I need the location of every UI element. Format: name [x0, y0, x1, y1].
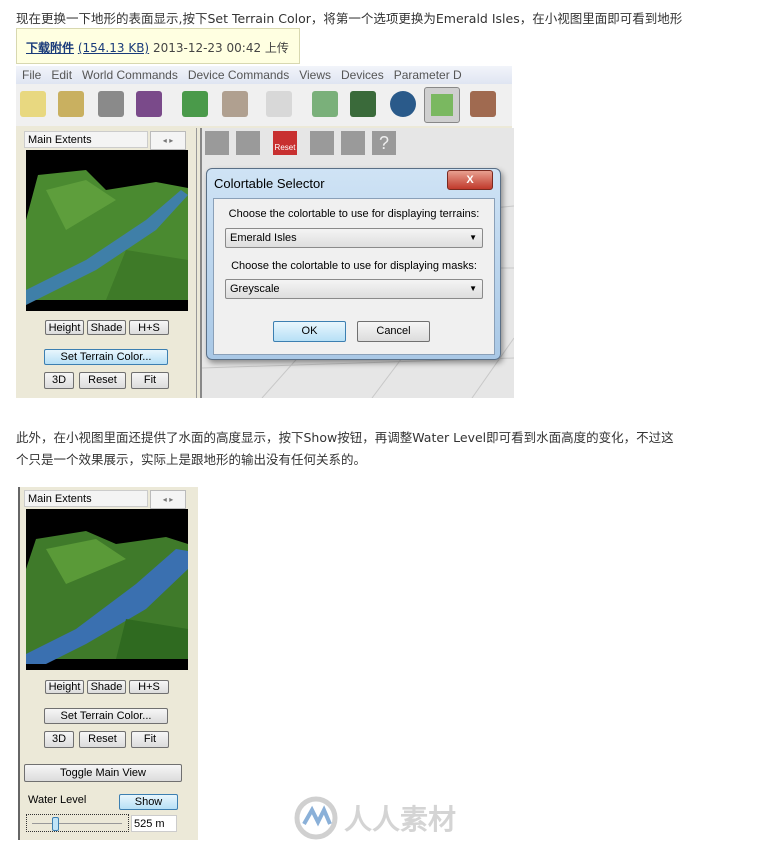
hs-button[interactable]: H+S	[129, 320, 169, 335]
view-tool-button[interactable]	[310, 131, 334, 155]
view-tool-button[interactable]	[341, 131, 365, 155]
menu-views[interactable]: Views	[299, 68, 331, 82]
reset-button[interactable]: Reset	[79, 731, 126, 748]
svg-text:人人素材: 人人素材	[344, 803, 456, 836]
terrain-preview-water	[26, 509, 188, 670]
fit-button[interactable]: Fit	[131, 372, 169, 389]
next-arrow-icon[interactable]: ▸	[169, 495, 173, 504]
hs-button[interactable]: H+S	[129, 680, 169, 694]
view-tool-button[interactable]	[205, 131, 229, 155]
upload-date: 2013-12-23 00:42	[152, 41, 262, 55]
water-level-label: Water Level	[28, 794, 87, 806]
fit-button[interactable]: Fit	[131, 731, 169, 748]
reset-button[interactable]: Reset	[79, 372, 126, 389]
mask-colortable-select[interactable]: Greyscale ▼	[225, 279, 483, 299]
slider-thumb[interactable]	[51, 817, 59, 831]
attachment-tooltip: 下载附件 (154.13 KB) 2013-12-23 00:42 上传	[16, 28, 300, 64]
globe-icon[interactable]	[390, 91, 416, 117]
slider-track	[32, 823, 122, 824]
terrain-graph-icon[interactable]	[182, 91, 208, 117]
menu-devices[interactable]: Devices	[341, 68, 384, 82]
set-terrain-color-button[interactable]: Set Terrain Color...	[44, 708, 168, 724]
menu-device-commands[interactable]: Device Commands	[188, 68, 289, 82]
terrain-colortable-label: Choose the colortable to use for display…	[228, 208, 480, 220]
terrain-colortable-select[interactable]: Emerald Isles ▼	[225, 228, 483, 248]
terrain-colortable-value: Emerald Isles	[230, 232, 297, 244]
paragraph-2: 此外，在小视图里面还提供了水面的高度显示，按下Show按钮，再调整Water L…	[16, 430, 674, 445]
toggle-main-view-button[interactable]: Toggle Main View	[24, 764, 182, 782]
3d-button[interactable]: 3D	[44, 372, 74, 389]
upload-suffix: 上传	[264, 41, 289, 55]
dialog-title: Colortable Selector	[214, 176, 325, 191]
next-arrow-icon[interactable]: ▸	[169, 136, 173, 145]
help-button[interactable]: ?	[372, 131, 396, 155]
extents-nav[interactable]: ◂ ▸	[150, 490, 186, 509]
terrain-preview	[26, 150, 188, 311]
ok-button[interactable]: OK	[273, 321, 346, 342]
dialog-body	[213, 198, 495, 355]
menu-edit[interactable]: Edit	[51, 68, 72, 82]
shade-button[interactable]: Shade	[87, 320, 126, 335]
map-grid-icon[interactable]	[350, 91, 376, 117]
prev-arrow-icon[interactable]: ◂	[163, 495, 167, 504]
terrain-view-icon[interactable]	[424, 87, 460, 123]
cancel-button[interactable]: Cancel	[357, 321, 430, 342]
paragraph-1: 现在更换一下地形的表面显示,按下Set Terrain Color，将第一个选项…	[16, 11, 683, 26]
menu-world-commands[interactable]: World Commands	[82, 68, 178, 82]
height-button[interactable]: Height	[45, 680, 84, 694]
download-link[interactable]: 下载附件	[26, 41, 74, 55]
dice-icon[interactable]	[266, 91, 292, 117]
water-level-value[interactable]: 525 m	[131, 815, 177, 832]
checklist-icon[interactable]	[222, 91, 248, 117]
show-water-button[interactable]: Show	[119, 794, 178, 810]
extents-title: Main Extents	[24, 131, 148, 148]
file-size: (154.13 KB)	[77, 41, 150, 55]
dropdown-arrow-icon: ▼	[469, 233, 477, 242]
menu-file[interactable]: File	[22, 68, 41, 82]
height-button[interactable]: Height	[45, 320, 84, 335]
prev-arrow-icon[interactable]: ◂	[163, 136, 167, 145]
mask-colortable-value: Greyscale	[230, 283, 280, 295]
new-project-icon[interactable]	[20, 91, 46, 117]
paragraph-3: 个只是一个效果展示，实际上是跟地形的输出没有任何关系的。	[16, 452, 367, 467]
dropdown-arrow-icon: ▼	[469, 284, 477, 293]
texture-icon[interactable]	[470, 91, 496, 117]
menu-bar: File Edit World Commands Device Commands Vie…	[16, 66, 512, 84]
view-tool-button[interactable]	[236, 131, 260, 155]
watermark-logo: 人人素材	[294, 796, 456, 840]
reset-view-button[interactable]: Reset	[273, 131, 297, 155]
extents-nav[interactable]: ◂ ▸	[150, 131, 186, 150]
water-level-slider[interactable]	[26, 814, 129, 832]
extents-title: Main Extents	[24, 490, 148, 507]
save-disk-icon[interactable]	[98, 91, 124, 117]
close-button[interactable]: X	[447, 170, 493, 190]
network-icon[interactable]	[312, 91, 338, 117]
open-folder-icon[interactable]	[58, 91, 84, 117]
menu-parameter[interactable]: Parameter D	[394, 68, 462, 82]
mask-colortable-label: Choose the colortable to use for display…	[231, 260, 477, 272]
build-icon[interactable]	[136, 91, 162, 117]
3d-button[interactable]: 3D	[44, 731, 74, 748]
set-terrain-color-button[interactable]: Set Terrain Color...	[44, 349, 168, 365]
shade-button[interactable]: Shade	[87, 680, 126, 694]
